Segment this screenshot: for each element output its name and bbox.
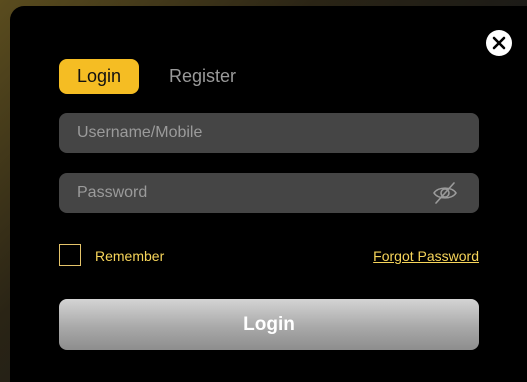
login-submit-button[interactable]: Login	[59, 299, 479, 350]
username-input[interactable]	[59, 113, 479, 153]
username-field[interactable]	[59, 113, 479, 153]
remember-checkbox[interactable]	[59, 244, 81, 266]
eye-off-icon	[433, 182, 457, 204]
tab-register[interactable]: Register	[158, 59, 248, 94]
close-button[interactable]	[486, 30, 512, 56]
toggle-password-visibility-button[interactable]	[431, 179, 459, 207]
forgot-password-link[interactable]: Forgot Password	[373, 248, 479, 264]
password-field[interactable]	[59, 173, 479, 213]
close-icon	[492, 36, 506, 50]
tab-login[interactable]: Login	[59, 59, 139, 94]
password-input[interactable]	[59, 173, 479, 213]
remember-label: Remember	[95, 248, 165, 264]
